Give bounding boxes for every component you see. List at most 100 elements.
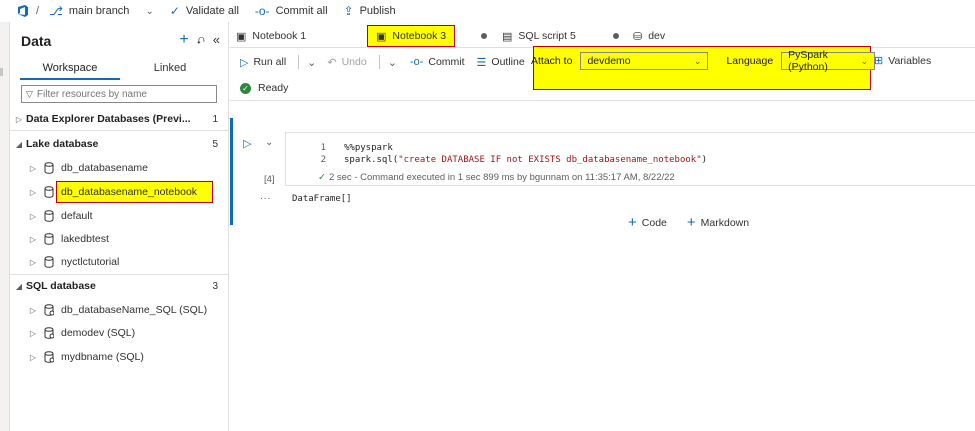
run-dropdown-button[interactable]: ⌄	[307, 56, 321, 69]
run-all-label: Run all	[253, 56, 287, 68]
chevron-right-icon: ▷	[29, 211, 37, 221]
undo-dropdown-button[interactable]: ⌄	[388, 56, 402, 69]
database-icon	[44, 233, 54, 245]
session-status: ✓ Ready	[240, 82, 288, 94]
chevron-right-icon: ▷	[29, 305, 37, 315]
tab-workspace[interactable]: Workspace	[20, 60, 120, 80]
plus-icon: +	[686, 214, 696, 231]
toolbar-divider	[230, 100, 975, 101]
tree-item-label: demodev (SQL)	[61, 327, 136, 339]
pane-actions: + ⮏ «	[179, 32, 220, 50]
output-more-button[interactable]: ...	[260, 191, 271, 202]
undo-button[interactable]: ↶ Undo	[327, 56, 366, 69]
tab-dev[interactable]: ⛁ dev	[633, 24, 665, 48]
tree-item-db_databasename[interactable]: ▷ db_databasename	[10, 159, 229, 177]
database-icon: ⛁	[633, 30, 643, 43]
variables-icon: ⊞	[874, 55, 884, 67]
chevron-down-icon: ⌄	[387, 56, 397, 69]
tab-sql-script-5[interactable]: ▤ SQL script 5	[502, 24, 576, 48]
cell-chevron-down-icon[interactable]: ⌄	[265, 137, 273, 148]
filter-icon: ▽	[26, 88, 33, 99]
section-divider	[10, 274, 229, 275]
commit-label: Commit	[428, 56, 465, 68]
run-cell-icon[interactable]: ▷	[243, 137, 251, 150]
editor-tabs: ▣ Notebook 1 ▣ Notebook 3 ▤ SQL script 5…	[230, 24, 975, 48]
outline-label: Outline	[491, 56, 525, 68]
collapse-all-icon[interactable]: ⮏	[197, 34, 205, 50]
section-sql-database[interactable]: ◢ SQL database 3	[10, 278, 229, 294]
data-pane: Data + ⮏ « Workspace Linked ▽ ▷ Data Exp…	[10, 22, 229, 431]
play-icon: ▷	[240, 56, 249, 69]
chevron-right-icon: ▷	[29, 352, 37, 362]
commit-button[interactable]: -o- Commit	[410, 56, 465, 68]
chevron-down-icon: ⌄	[860, 55, 869, 66]
add-markdown-cell-button[interactable]: + Markdown	[686, 214, 750, 231]
tree-item-label: db_databasename_notebook	[61, 186, 198, 198]
chevron-down-icon: ⌄	[307, 56, 317, 69]
add-cell-row: + Code + Markdown	[628, 214, 750, 231]
outline-button[interactable]: ☰ Outline	[477, 56, 525, 69]
tab-linked[interactable]: Linked	[120, 60, 220, 80]
tree-item-mydbname[interactable]: ▷ mydbname (SQL)	[10, 348, 229, 366]
commit-icon: -o-	[409, 56, 424, 68]
devops-git-icon[interactable]	[16, 4, 30, 18]
code-text: spark.sql("create DATABASE IF not EXISTS…	[344, 155, 707, 169]
language-select[interactable]: PySpark (Python) ⌄	[781, 49, 876, 73]
commit-all-button[interactable]: -o- Commit all	[251, 0, 332, 22]
language-value: PySpark (Python)	[788, 49, 828, 73]
chevron-right-icon: ▷	[29, 187, 37, 197]
section-label: Data Explorer Databases (Previ...	[26, 113, 191, 125]
chevron-down-icon: ⌄	[693, 55, 702, 66]
pane-title: Data	[21, 33, 52, 49]
top-bar: / ⎇ main branch ⌄ ✓ Validate all -o- Com…	[0, 0, 975, 22]
variables-label: Variables	[888, 54, 932, 67]
tree-item-db_databasename_notebook[interactable]: ▷ db_databasename_notebook	[10, 183, 229, 201]
tree-item-demodev[interactable]: ▷ demodev (SQL)	[10, 324, 229, 342]
add-code-cell-button[interactable]: + Code	[628, 215, 667, 230]
publish-button[interactable]: ⇪ Publish	[340, 0, 400, 22]
tree-item-label: db_databaseName_SQL (SQL)	[61, 304, 208, 316]
variables-button[interactable]: ⊞ Variables	[874, 54, 932, 68]
section-divider	[10, 130, 229, 131]
chevron-down-icon: ◢	[15, 281, 23, 291]
section-count: 5	[212, 138, 218, 150]
tree-item-default[interactable]: ▷ default	[10, 207, 229, 225]
filter-input[interactable]	[36, 88, 207, 100]
database-icon	[44, 162, 54, 174]
unsaved-dot-icon	[481, 33, 487, 39]
notebook-icon: ▣	[376, 30, 387, 43]
branch-selector[interactable]: ⎇ main branch ⌄	[45, 0, 166, 22]
chevron-right-icon: ▷	[29, 257, 37, 267]
collapse-pane-icon[interactable]: «	[213, 32, 220, 50]
section-count: 3	[212, 280, 218, 292]
chevron-down-icon: ⌄	[145, 5, 154, 17]
toolbar-divider	[378, 55, 380, 69]
chevron-right-icon: ▷	[29, 163, 37, 173]
database-icon	[44, 186, 54, 198]
tree-item-lakedbtest[interactable]: ▷ lakedbtest	[10, 230, 229, 248]
attach-to-select[interactable]: devdemo ⌄	[580, 52, 709, 70]
add-code-label: Code	[641, 217, 667, 229]
path-separator: /	[36, 5, 40, 17]
run-all-button[interactable]: ▷ Run all	[240, 56, 286, 69]
section-lake-database[interactable]: ◢ Lake database 5	[10, 136, 229, 152]
commit-icon: -o-	[254, 4, 270, 18]
tree-item-db_databaseName_SQL[interactable]: ▷ db_databaseName_SQL (SQL)	[10, 301, 229, 319]
code-line: 2 spark.sql("create DATABASE IF not EXIS…	[286, 155, 707, 169]
section-data-explorer[interactable]: ▷ Data Explorer Databases (Previ... 1	[10, 111, 229, 127]
toolbar-divider	[298, 55, 300, 69]
section-label: SQL database	[26, 280, 96, 292]
add-markdown-label: Markdown	[700, 217, 750, 229]
add-icon[interactable]: +	[179, 32, 188, 50]
filter-box: ▽	[21, 85, 217, 103]
chevron-down-icon: ◢	[15, 139, 23, 149]
tab-notebook-1[interactable]: ▣ Notebook 1	[236, 24, 306, 48]
tree-item-label: default	[61, 210, 93, 222]
notebook-icon: ▣	[236, 30, 247, 43]
validate-all-button[interactable]: ✓ Validate all	[166, 0, 243, 22]
status-text: Ready	[258, 82, 289, 94]
sql-database-icon	[44, 351, 54, 363]
left-rail	[0, 22, 10, 431]
tab-notebook-3[interactable]: ▣ Notebook 3	[367, 25, 456, 47]
tree-item-nyctlctutorial[interactable]: ▷ nyctlctutorial	[10, 253, 229, 271]
